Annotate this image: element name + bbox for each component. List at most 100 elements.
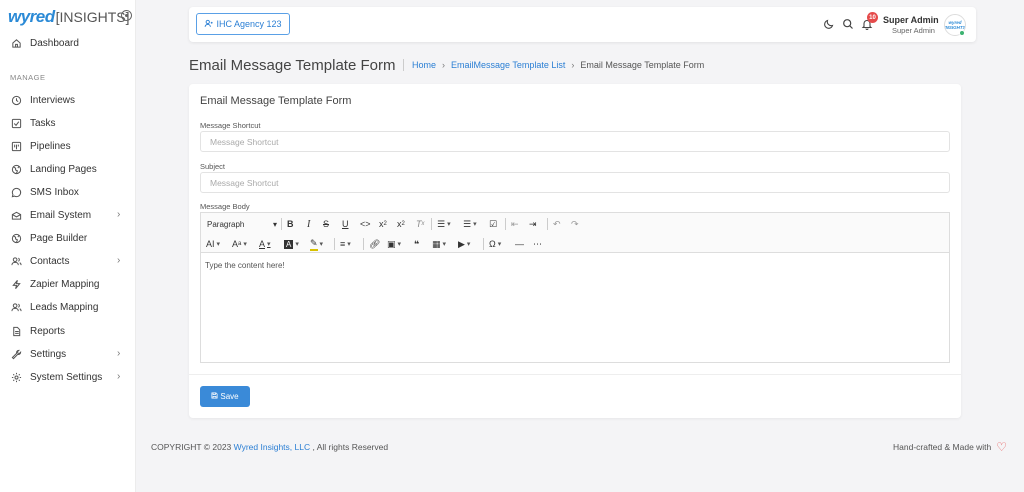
- sidebar-item-contacts[interactable]: Contacts ›: [0, 251, 136, 271]
- sidebar-item-tasks[interactable]: Tasks: [0, 113, 136, 133]
- toolbar-divider: [483, 238, 484, 250]
- sidebar-item-page-builder[interactable]: Page Builder: [0, 228, 136, 248]
- sidebar-item-label: Contacts: [30, 255, 70, 267]
- sidebar-item-pipelines[interactable]: Pipelines: [0, 136, 136, 156]
- chevron-right-icon: ›: [117, 371, 121, 382]
- font-background-icon[interactable]: A ▾: [284, 237, 299, 251]
- media-embed-icon[interactable]: ▶ ▾: [458, 237, 470, 251]
- remove-format-icon[interactable]: Tx: [416, 217, 425, 231]
- sidebar: wyred [INSIGHTS] Dashboard MANAGE Interv…: [0, 0, 136, 492]
- toolbar-divider: [431, 218, 432, 230]
- heart-icon: ♡: [996, 440, 1008, 454]
- numbered-list-icon[interactable]: ☰ ▾: [463, 217, 477, 231]
- wrench-icon: [10, 348, 22, 360]
- sidebar-item-label: Tasks: [30, 117, 56, 129]
- sidebar-item-label: Landing Pages: [30, 163, 97, 175]
- sidebar-item-label: Interviews: [30, 94, 76, 106]
- top-navbar: IHC Agency 123 10 Super Admin Super Admi…: [189, 7, 976, 42]
- paragraph-format-select[interactable]: Paragraph ▾: [207, 217, 277, 231]
- logo-wyred: wyred: [8, 7, 55, 26]
- sidebar-item-sms-inbox[interactable]: SMS Inbox: [0, 182, 136, 202]
- toolbar-divider: [281, 218, 282, 230]
- chevron-right-icon: ›: [117, 255, 121, 266]
- strikethrough-icon[interactable]: S: [323, 217, 329, 231]
- company-link[interactable]: Wyred Insights, LLC: [234, 442, 310, 452]
- file-icon: [10, 325, 22, 337]
- sidebar-item-email-system[interactable]: Email System ›: [0, 205, 136, 225]
- outdent-icon[interactable]: ⇤: [511, 217, 519, 231]
- globe-icon: [10, 163, 22, 175]
- moon-icon[interactable]: [823, 18, 835, 30]
- handcrafted-note: Hand-crafted & Made with ♡: [893, 440, 1007, 454]
- chevron-down-icon: ▾: [272, 219, 277, 229]
- align-icon[interactable]: ≡ ▾: [340, 237, 351, 251]
- font-family-icon[interactable]: Aa ▾: [232, 237, 247, 251]
- notification-badge: 10: [867, 12, 878, 23]
- bold-icon[interactable]: B: [287, 217, 294, 231]
- agency-switch-button[interactable]: IHC Agency 123: [196, 13, 290, 35]
- user-name[interactable]: Super Admin: [883, 15, 939, 25]
- sidebar-item-label: SMS Inbox: [30, 186, 79, 198]
- chevron-right-icon: ›: [442, 60, 446, 70]
- card-footer-divider: [189, 374, 961, 375]
- special-characters-icon[interactable]: Ω ▾: [489, 237, 501, 251]
- user-icon: [204, 19, 214, 30]
- breadcrumb-template-list[interactable]: EmailMessage Template List: [451, 60, 565, 70]
- save-label: Save: [220, 392, 239, 401]
- editor-toolbar: Paragraph ▾ B I S U <> x2 x2 Tx ☰ ▾ ☰ ▾ ☑ …: [201, 213, 949, 253]
- logo-insights: [INSIGHTS]: [55, 9, 130, 25]
- editor-content-area[interactable]: Type the content here!: [205, 261, 285, 270]
- underline-icon[interactable]: U: [342, 217, 349, 231]
- superscript-icon[interactable]: x2: [397, 217, 405, 231]
- sidebar-item-leads-mapping[interactable]: Leads Mapping: [0, 297, 136, 317]
- search-icon[interactable]: [842, 18, 854, 30]
- todo-list-icon[interactable]: ☑: [489, 217, 497, 231]
- page-break-icon[interactable]: ⋯: [533, 237, 542, 251]
- form-title: Email Message Template Form: [200, 95, 352, 107]
- mail-icon: [10, 209, 22, 221]
- subject-label: Subject: [200, 162, 226, 171]
- undo-icon[interactable]: ↶: [553, 217, 561, 231]
- sidebar-item-landing-pages[interactable]: Landing Pages: [0, 159, 136, 179]
- font-color-icon[interactable]: A ▾: [259, 237, 271, 251]
- indent-icon[interactable]: ⇥: [529, 217, 537, 231]
- highlight-icon[interactable]: ✎ ▾: [310, 237, 323, 251]
- sidebar-item-reports[interactable]: Reports: [0, 321, 136, 341]
- subject-input[interactable]: [200, 172, 950, 193]
- user-role: Super Admin: [892, 26, 935, 35]
- copyright-suffix: , All rights Reserved: [312, 442, 389, 452]
- sidebar-item-label: Page Builder: [30, 232, 88, 244]
- toolbar-divider: [547, 218, 548, 230]
- copyright: COPYRIGHT © 2023 Wyred Insights, LLC , A…: [151, 442, 388, 452]
- clock-icon: [10, 94, 22, 106]
- italic-icon[interactable]: I: [307, 217, 310, 231]
- sidebar-item-interviews[interactable]: Interviews: [0, 90, 136, 110]
- sidebar-item-dashboard[interactable]: Dashboard: [0, 33, 136, 53]
- bolt-icon: [10, 278, 22, 290]
- breadcrumb-home[interactable]: Home: [412, 60, 436, 70]
- chevron-right-icon: ›: [117, 348, 121, 359]
- breadcrumb-current: Email Message Template Form: [580, 60, 705, 70]
- home-icon: [10, 37, 22, 49]
- font-size-icon[interactable]: AI ▾: [206, 237, 220, 251]
- form-card: Email Message Template Form Message Shor…: [189, 84, 961, 418]
- table-icon[interactable]: ▦ ▾: [432, 237, 446, 251]
- handcrafted-text: Hand-crafted & Made with: [893, 442, 992, 452]
- gear-icon: [10, 371, 22, 383]
- image-icon[interactable]: ▣ ▾: [387, 237, 401, 251]
- sidebar-item-system-settings[interactable]: System Settings ›: [0, 367, 136, 387]
- kanban-icon: [10, 140, 22, 152]
- link-icon[interactable]: 🔗︎: [369, 237, 380, 251]
- bulleted-list-icon[interactable]: ☰ ▾: [437, 217, 451, 231]
- blockquote-icon[interactable]: ❝: [414, 237, 419, 251]
- save-button[interactable]: Save: [200, 386, 250, 407]
- sidebar-toggle-icon[interactable]: [121, 10, 132, 21]
- message-shortcut-input[interactable]: [200, 131, 950, 152]
- brand-logo[interactable]: wyred [INSIGHTS]: [8, 7, 130, 26]
- code-icon[interactable]: <>: [360, 217, 371, 231]
- horizontal-line-icon[interactable]: —: [515, 237, 524, 251]
- sidebar-item-settings[interactable]: Settings ›: [0, 344, 136, 364]
- sidebar-item-zapier-mapping[interactable]: Zapier Mapping: [0, 274, 136, 294]
- subscript-icon[interactable]: x2: [379, 217, 387, 231]
- redo-icon[interactable]: ↷: [571, 217, 579, 231]
